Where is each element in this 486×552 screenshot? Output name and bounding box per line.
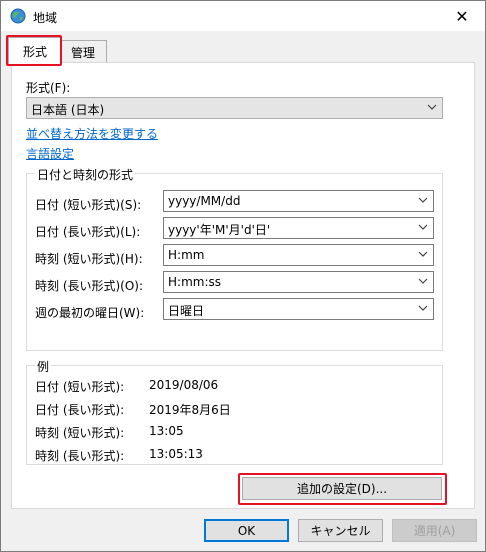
short-date-value: yyyy/MM/dd [168,194,241,208]
close-button[interactable]: ✕ [439,1,485,31]
examples-group: 例 日付 (短い形式): 2019/08/06 日付 (長い形式): 2019年… [26,358,443,465]
short-time-value: H:mm [168,248,205,262]
region-dialog: 地域 ✕ 形式 管理 形式(F): 日本語 (日本) 並べ替え方法を変更する 言… [0,0,486,552]
ok-label: OK [237,523,256,538]
title-bar: 地域 ✕ [1,1,485,31]
example-short-time-label: 時刻 (短い形式): [35,426,125,440]
example-short-time-value: 13:05 [149,424,184,438]
chevron-down-icon [427,104,437,110]
format-select-value: 日本語 (日本) [31,103,105,117]
example-long-date-label: 日付 (長い形式): [35,403,125,417]
long-date-value: yyyy'年'M'月'd'日' [168,223,271,237]
first-day-select[interactable]: 日曜日 [163,298,434,320]
chevron-down-icon [418,224,428,230]
example-short-date-value: 2019/08/06 [149,378,219,392]
short-time-select[interactable]: H:mm [163,244,434,266]
tab-format[interactable]: 形式 [8,37,62,64]
long-date-label: 日付 (長い形式)(L): [35,225,141,239]
first-day-value: 日曜日 [168,304,205,318]
short-date-select[interactable]: yyyy/MM/dd [163,190,434,212]
apply-button[interactable]: 適用(A) [392,519,477,542]
chevron-down-icon [418,197,428,203]
sort-method-link[interactable]: 並べ替え方法を変更する [26,125,158,142]
example-long-time-label: 時刻 (長い形式): [35,449,125,463]
example-short-date-label: 日付 (短い形式): [35,380,125,394]
tab-administrative[interactable]: 管理 [59,40,107,63]
long-date-select[interactable]: yyyy'年'M'月'd'日' [163,217,434,239]
apply-label: 適用(A) [413,524,456,538]
chevron-down-icon [418,278,428,284]
long-time-select[interactable]: H:mm:ss [163,271,434,293]
tab-format-label: 形式 [22,44,47,59]
examples-group-title: 例 [35,358,52,375]
long-time-value: H:mm:ss [168,275,221,289]
chevron-down-icon [418,251,428,257]
cancel-label: キャンセル [310,524,371,538]
datetime-group-title: 日付と時刻の形式 [35,166,136,183]
example-long-time-value: 13:05:13 [149,447,203,461]
cancel-button[interactable]: キャンセル [298,519,383,542]
example-long-date-value: 2019年8月6日 [149,403,231,417]
short-date-label: 日付 (短い形式)(S): [35,198,142,212]
datetime-format-group: 日付と時刻の形式 日付 (短い形式)(S): yyyy/MM/dd 日付 (長い… [26,166,443,351]
additional-settings-button[interactable]: 追加の設定(D)... [242,477,442,500]
window-title: 地域 [33,11,58,25]
format-label: 形式(F): [26,81,71,95]
additional-settings-label: 追加の設定(D)... [296,482,388,496]
format-select[interactable]: 日本語 (日本) [26,97,443,119]
format-panel: 形式(F): 日本語 (日本) 並べ替え方法を変更する 言語設定 日付と時刻の形… [11,62,475,509]
short-time-label: 時刻 (短い形式)(H): [35,252,143,266]
first-day-label: 週の最初の曜日(W): [35,306,145,320]
tab-administrative-label: 管理 [70,45,95,60]
long-time-label: 時刻 (長い形式)(O): [35,279,144,293]
globe-icon [10,8,26,24]
close-icon: ✕ [455,6,469,26]
language-settings-link[interactable]: 言語設定 [26,145,74,162]
chevron-down-icon [418,305,428,311]
ok-button[interactable]: OK [204,519,289,542]
